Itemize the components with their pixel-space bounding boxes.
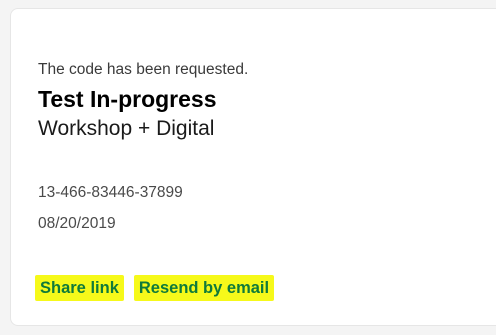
status-message: The code has been requested. [38, 61, 249, 78]
resend-by-email-button[interactable]: Resend by email [133, 275, 275, 301]
card-actions: Share link Resend by email [35, 275, 275, 301]
test-subtitle: Workshop + Digital [38, 117, 215, 140]
test-card: The code has been requested. Test In-pro… [10, 8, 496, 326]
share-link-button[interactable]: Share link [35, 275, 124, 301]
test-code: 13-466-83446-37899 [38, 184, 183, 201]
test-title: Test In-progress [38, 86, 217, 112]
test-date: 08/20/2019 [38, 215, 116, 232]
